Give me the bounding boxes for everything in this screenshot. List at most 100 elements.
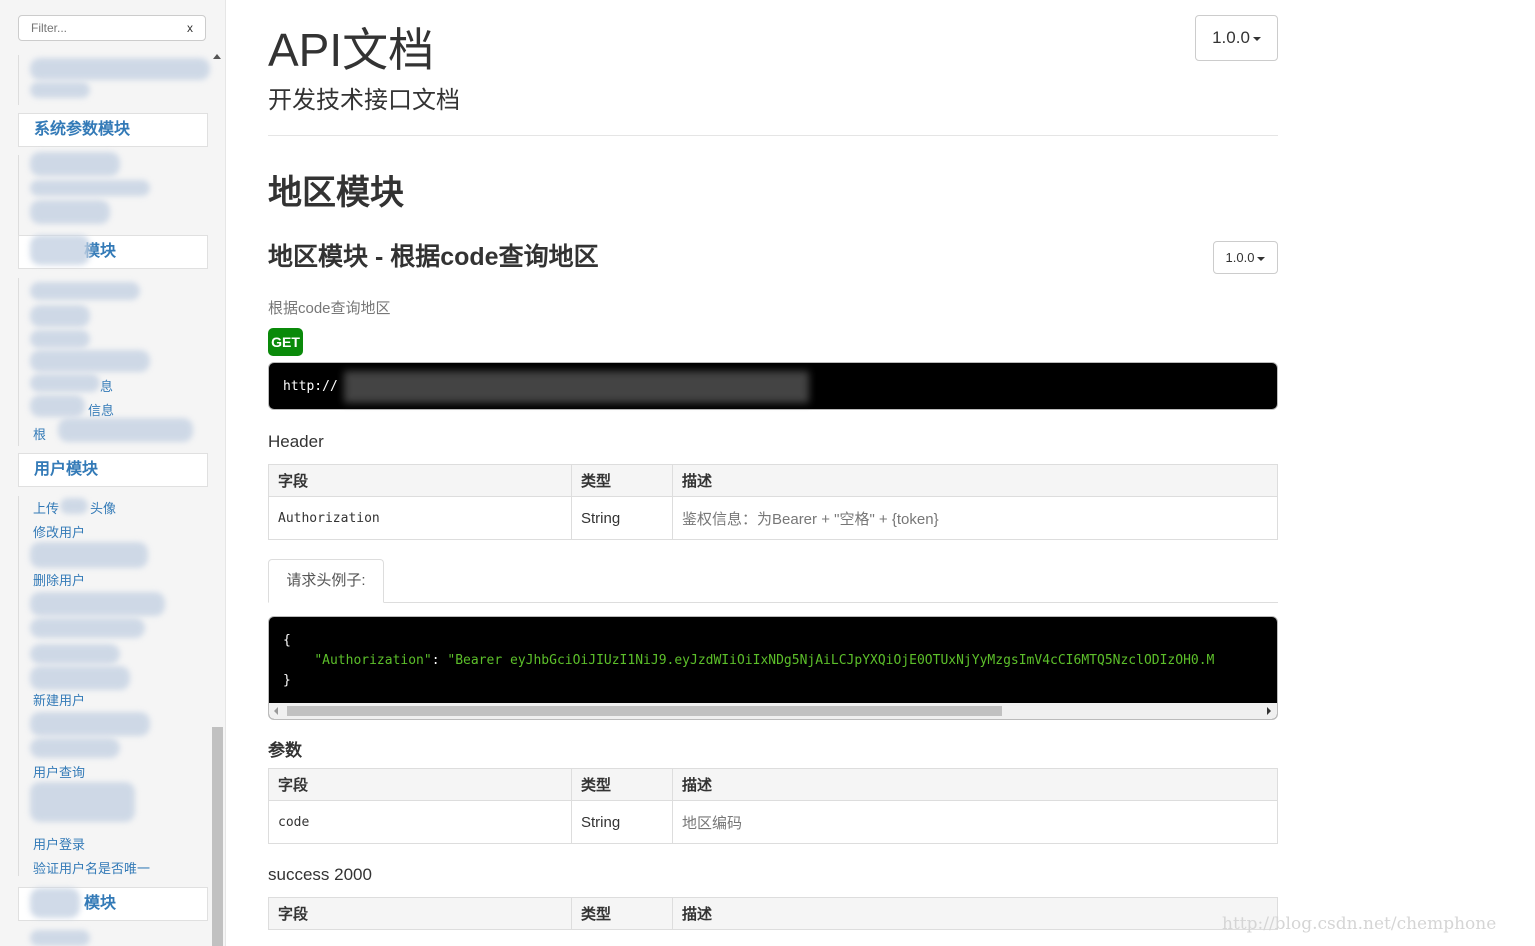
column-header: 描述: [672, 768, 1278, 801]
column-header: 字段: [268, 464, 572, 497]
endpoint-version-dropdown[interactable]: 1.0.0: [1213, 241, 1278, 274]
code-value: "Bearer eyJhbGciOiJIUzI1NiJ9.eyJzdWIiOiI…: [447, 653, 1215, 668]
redacted-block: [30, 305, 90, 327]
redacted-block: [30, 712, 150, 736]
redacted-block: [58, 418, 193, 442]
redacted-block: [30, 200, 110, 224]
scroll-left-arrow-icon[interactable]: [274, 707, 278, 715]
caret-down-icon: [1257, 256, 1266, 261]
sidebar-item-username-unique[interactable]: 验证用户名是否唯一: [33, 858, 150, 877]
sidebar-group-system-params[interactable]: 系统参数模块: [18, 113, 208, 147]
endpoint-url: http://: [283, 379, 338, 394]
method-badge: GET: [268, 328, 303, 356]
field-cell: code: [268, 800, 572, 844]
redacted-url: [344, 371, 809, 403]
type-cell: String: [571, 800, 673, 844]
table-row: code String 地区编码: [268, 800, 1278, 844]
tab-underline: [268, 602, 1278, 603]
endpoint-title: 地区模块 - 根据code查询地区: [268, 243, 599, 271]
redacted-block: [30, 395, 85, 417]
redacted-block: [30, 644, 120, 664]
column-header: 描述: [672, 897, 1278, 930]
column-header: 字段: [268, 768, 572, 801]
redacted-block: [30, 888, 80, 918]
redacted-block: [30, 235, 90, 265]
field-cell: Authorization: [268, 496, 572, 540]
page-subtitle: 开发技术接口文档: [268, 87, 460, 114]
sidebar-item-user-query[interactable]: 用户查询: [33, 762, 85, 781]
table-header-row: 字段 类型 描述: [268, 897, 1278, 930]
sidebar-item-avatar[interactable]: 头像: [90, 498, 116, 517]
code-block: { "Authorization": "Bearer eyJhbGciOiJIU…: [283, 631, 1214, 691]
url-box: http://: [268, 362, 1278, 410]
column-header: 类型: [571, 464, 673, 497]
params-label: 参数: [268, 741, 302, 760]
tab-request-header-example[interactable]: 请求头例子:: [268, 559, 384, 603]
redacted-block: [30, 542, 148, 568]
redacted-block: [30, 666, 130, 690]
table-header-row: 字段 类型 描述: [268, 464, 1278, 497]
sidebar-item[interactable]: 根: [33, 424, 46, 443]
code-scroll-thumb[interactable]: [287, 706, 1002, 716]
table-row: Authorization String 鉴权信息：为Bearer + "空格"…: [268, 496, 1278, 540]
header-divider: [268, 135, 1278, 136]
redacted-block: [30, 374, 100, 392]
code-key: "Authorization": [314, 653, 432, 668]
column-header: 类型: [571, 897, 673, 930]
nav-divider: [18, 496, 19, 876]
column-header: 描述: [672, 464, 1278, 497]
redacted-block: [30, 738, 120, 758]
filter-box: x: [18, 15, 206, 41]
header-params-table: 字段 类型 描述 Authorization String 鉴权信息：为Bear…: [268, 464, 1278, 540]
sidebar-group-user[interactable]: 用户模块: [18, 453, 208, 487]
redacted-block: [60, 498, 88, 514]
redacted-block: [30, 282, 140, 300]
nav-divider: [18, 55, 19, 105]
redacted-block: [30, 180, 150, 196]
version-label: 1.0.0: [1212, 28, 1250, 47]
code-separator: :: [431, 653, 448, 668]
page-title: API文档: [268, 24, 435, 76]
caret-down-icon: [1252, 36, 1261, 41]
redacted-block: [30, 618, 145, 638]
success-label: success 2000: [268, 865, 372, 884]
redacted-block: [30, 58, 210, 80]
nav-divider: [18, 278, 19, 446]
filter-clear-button[interactable]: x: [187, 21, 193, 35]
scroll-up-arrow-icon[interactable]: [213, 54, 221, 59]
code-open-brace: {: [283, 633, 291, 648]
sidebar-item[interactable]: 信息: [88, 400, 114, 419]
desc-cell: 地区编码: [672, 800, 1278, 844]
sidebar-item-edit-user[interactable]: 修改用户: [33, 522, 85, 541]
redacted-block: [30, 930, 90, 946]
sidebar: x 系统参数模块 模块 息 信息 根 用户模块 上传 头像 修改用户 删除用户: [0, 0, 226, 946]
params-table: 字段 类型 描述 code String 地区编码: [268, 768, 1278, 844]
code-horizontal-scrollbar[interactable]: [269, 703, 1277, 719]
redacted-block: [30, 782, 135, 822]
sidebar-item-delete-user[interactable]: 删除用户: [33, 570, 85, 589]
version-dropdown[interactable]: 1.0.0: [1195, 15, 1278, 61]
redacted-block: [30, 592, 165, 616]
type-cell: String: [571, 496, 673, 540]
endpoint-description: 根据code查询地区: [268, 300, 391, 317]
section-title: 地区模块: [268, 174, 404, 212]
table-header-row: 字段 类型 描述: [268, 768, 1278, 801]
sidebar-item-user-login[interactable]: 用户登录: [33, 834, 85, 853]
sidebar-scroll-thumb[interactable]: [212, 727, 223, 946]
scroll-right-arrow-icon[interactable]: [1267, 707, 1271, 715]
redacted-block: [30, 152, 120, 176]
nav-divider: [18, 155, 19, 245]
version-label: 1.0.0: [1225, 250, 1255, 265]
sidebar-item-new-user[interactable]: 新建用户: [33, 690, 85, 709]
sidebar-item[interactable]: 息: [100, 376, 113, 395]
header-params-label: Header: [268, 432, 324, 451]
column-header: 类型: [571, 768, 673, 801]
sidebar-item-upload[interactable]: 上传: [33, 498, 59, 517]
desc-cell: 鉴权信息：为Bearer + "空格" + {token}: [672, 496, 1278, 540]
redacted-block: [30, 350, 150, 372]
redacted-block: [30, 330, 90, 348]
filter-input[interactable]: [19, 16, 179, 40]
column-header: 字段: [268, 897, 572, 930]
watermark: http://blog.csdn.net/chemphone: [1222, 914, 1497, 934]
success-table: 字段 类型 描述: [268, 897, 1278, 930]
